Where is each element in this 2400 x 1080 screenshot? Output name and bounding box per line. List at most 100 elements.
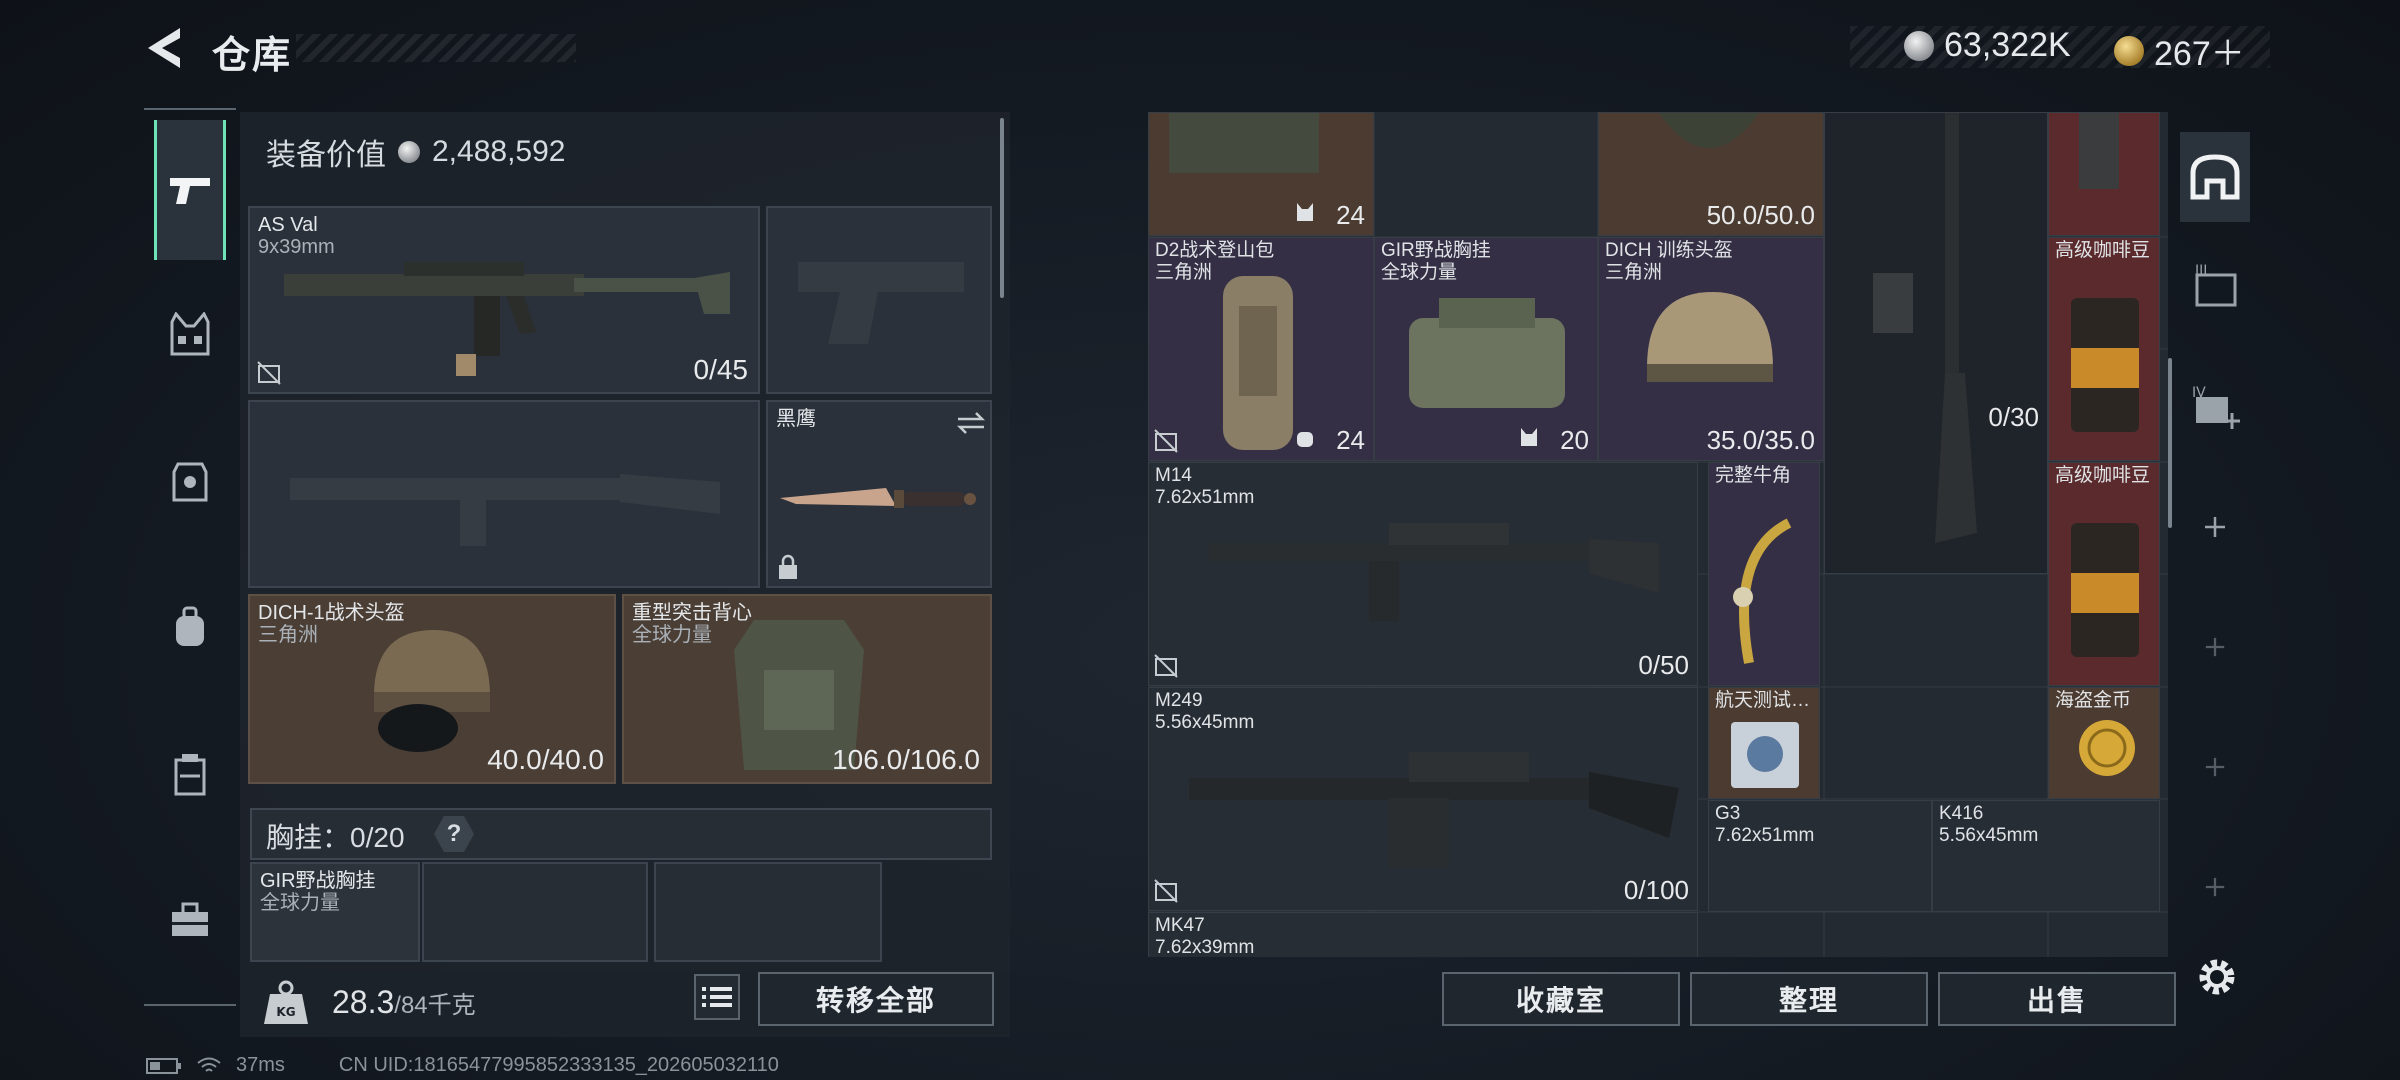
stash-scrollbar[interactable]: [2168, 358, 2172, 528]
melee-slot[interactable]: 黑鹰: [766, 400, 992, 588]
chest-rig-item[interactable]: GIR野战胸挂 全球力量: [250, 862, 420, 962]
armor-slot[interactable]: 重型突击背心 全球力量 106.0/106.0: [622, 594, 992, 784]
carry-weight: 28.3/84千克: [332, 984, 476, 1021]
wifi-icon: [197, 1057, 221, 1072]
primary-weapon-slot[interactable]: AS Val 9x39mm 0/45: [248, 206, 760, 394]
add-stash-page-button[interactable]: [2180, 722, 2250, 812]
stash-tier-3-icon: III: [2195, 263, 2237, 307]
stash-item-name: 高级咖啡豆: [2055, 240, 2151, 261]
pistol-slot[interactable]: [766, 206, 992, 394]
transfer-all-button[interactable]: 转移全部: [758, 972, 994, 1026]
nav-toolbox[interactable]: [154, 884, 226, 956]
equipment-value-amount: 2,488,592: [432, 135, 566, 168]
back-arrow-icon: [148, 28, 180, 68]
stash-item-coffee-beans[interactable]: 高级咖啡豆: [2048, 237, 2160, 461]
stash-item-name: G3: [1715, 803, 1741, 824]
stash-item-count: 24: [1336, 200, 1365, 230]
stash-item-count: 20: [1560, 425, 1589, 455]
backpack-small-icon: [1295, 426, 1321, 452]
stash-page-3[interactable]: III: [2180, 242, 2250, 332]
stash-item[interactable]: 24: [1148, 112, 1374, 236]
stash-item-name: GIR野战胸挂: [1381, 240, 1491, 261]
as-val-rifle-image: [284, 262, 730, 376]
nav-armor[interactable]: [154, 446, 226, 518]
add-stash-page-button[interactable]: [2180, 602, 2250, 692]
nav-weapons[interactable]: [154, 120, 226, 260]
stash-item-name: DICH 训练头盔: [1605, 240, 1733, 261]
stash-item-ammo: 0/50: [1638, 650, 1689, 680]
sell-button[interactable]: 出售: [1938, 972, 2176, 1026]
stash-item-name: MK47: [1155, 915, 1205, 936]
nav-chest-rig[interactable]: [154, 298, 226, 370]
stash-item-m14[interactable]: M14 7.62x51mm 0/50: [1148, 462, 1698, 686]
collection-room-button[interactable]: 收藏室: [1442, 972, 1680, 1026]
stash-item-name: 航天测试…: [1715, 690, 1811, 711]
stash-item-k416[interactable]: K416 5.56x45mm: [1932, 800, 2160, 912]
silver-amount: 63,322K: [1944, 26, 2071, 64]
sort-button[interactable]: 整理: [1690, 972, 1928, 1026]
melee-name: 黑鹰: [776, 408, 816, 430]
no-insurance-icon: [256, 360, 282, 386]
secondary-weapon-slot[interactable]: [248, 400, 760, 588]
add-stash-page-button[interactable]: [2180, 482, 2250, 572]
stash-page-4[interactable]: IV: [2180, 362, 2250, 452]
nav-case[interactable]: [154, 738, 226, 810]
stash-item-caliber: 7.62x39mm: [1155, 937, 1255, 957]
no-insurance-icon: [1153, 653, 1179, 679]
chest-rig-empty-slot[interactable]: [654, 862, 882, 962]
stash-tier-4-add-icon: IV: [2192, 385, 2240, 429]
stash-item-dich-helmet[interactable]: DICH 训练头盔 三角洲 35.0/35.0: [1598, 237, 1824, 461]
stash-item[interactable]: 50.0/50.0: [1598, 112, 1824, 236]
stash-item-g3[interactable]: G3 7.62x51mm: [1708, 800, 1932, 912]
stash-page-1[interactable]: [2180, 132, 2250, 222]
chest-rig-label: 胸挂：: [266, 822, 351, 853]
black-eagle-knife-image: [780, 488, 976, 508]
stash-item[interactable]: [2048, 112, 2160, 236]
pistol-placeholder-icon: [798, 262, 964, 344]
vertical-rifle-image: [1873, 113, 1977, 543]
case-icon: [174, 754, 206, 796]
ping: 37ms: [236, 1054, 285, 1076]
stash-item-horn[interactable]: 完整牛角: [1708, 462, 1820, 686]
loadout-scrollbar[interactable]: [1000, 118, 1004, 298]
nav-backpack[interactable]: [154, 592, 226, 664]
stash-item-gir-chest-rig[interactable]: GIR野战胸挂 全球力量 20: [1374, 237, 1598, 461]
stash-item-hdd[interactable]: 航天测试…: [1708, 687, 1820, 799]
backpack-icon: [176, 606, 204, 646]
stash-item-mk47[interactable]: MK47 7.62x39mm: [1148, 912, 1698, 957]
d2-backpack-image: [1223, 276, 1293, 450]
silver-coin-icon: [1904, 30, 1934, 61]
lock-icon: [776, 554, 802, 580]
stash-item-ammo: 0/100: [1623, 875, 1689, 905]
coffee-bag-image: [2071, 298, 2139, 432]
dich-training-helmet-image: [1647, 292, 1773, 382]
no-insurance-icon: [1153, 428, 1179, 454]
carry-weight-max: /84千克: [394, 992, 476, 1019]
stash-item-pirate-coin[interactable]: 海盗金币: [2048, 687, 2160, 799]
equipment-value-label: 装备价值: [266, 139, 386, 172]
carry-weight-value: 28.3: [332, 984, 395, 1020]
stash-item-rifle[interactable]: 0/30: [1824, 112, 2048, 574]
list-view-button[interactable]: [694, 974, 740, 1020]
stash-item-name: 高级咖啡豆: [2055, 465, 2151, 486]
stash-item-caliber: 7.62x51mm: [1715, 825, 1815, 846]
stash-home-icon: [2190, 154, 2240, 200]
settings-button[interactable]: [2194, 954, 2240, 1000]
silver-currency[interactable]: 63,322K: [1904, 26, 2071, 65]
coffee-bag-image: [2071, 523, 2139, 657]
stash-item-coffee-beans[interactable]: 高级咖啡豆: [2048, 462, 2160, 686]
gir-chest-rig-image: [1409, 298, 1565, 408]
stash-item-durability: 35.0/35.0: [1706, 425, 1815, 455]
equipment-value: 装备价值 2,488,592: [266, 130, 565, 174]
stash-item-m249[interactable]: M249 5.56x45mm 0/100: [1148, 687, 1698, 911]
swap-icon[interactable]: [956, 410, 986, 436]
add-stash-page-button[interactable]: [2180, 842, 2250, 932]
horn-image: [1733, 518, 1792, 664]
stash-item-d2-backpack[interactable]: D2战术登山包 三角洲 24: [1148, 237, 1374, 461]
helmet-slot[interactable]: DICH-1战术头盔 三角洲 40.0/40.0: [248, 594, 616, 784]
chest-rig-empty-slot[interactable]: [422, 862, 648, 962]
back-button[interactable]: [140, 22, 192, 74]
magazine-item-image: [2079, 113, 2119, 189]
gold-currency[interactable]: 267＋: [2114, 26, 2245, 75]
stash-item-faction: 全球力量: [1381, 262, 1458, 283]
